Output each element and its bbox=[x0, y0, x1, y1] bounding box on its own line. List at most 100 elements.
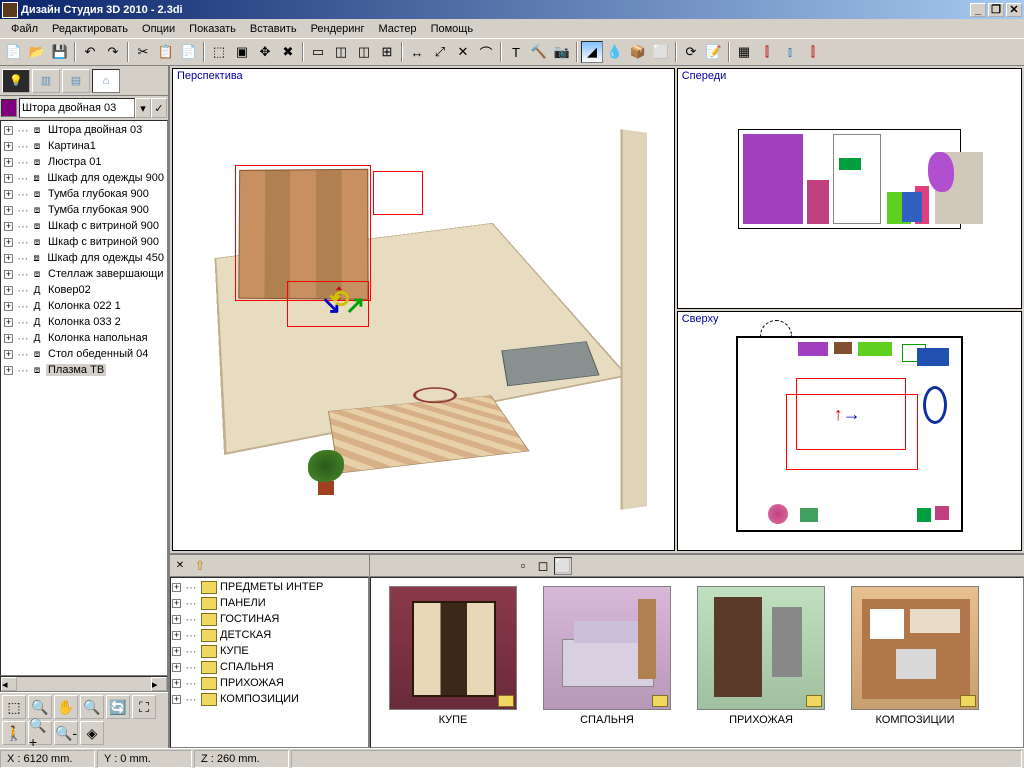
tool-redo[interactable]: ↷ bbox=[102, 41, 124, 63]
expand-icon[interactable]: + bbox=[172, 695, 181, 704]
expand-icon[interactable]: + bbox=[172, 583, 181, 592]
close-button[interactable]: ✕ bbox=[1006, 3, 1022, 17]
expand-icon[interactable]: + bbox=[4, 254, 13, 263]
tree-item[interactable]: +⋯⧈Люстра 01 bbox=[2, 154, 166, 170]
tool-open[interactable]: 📂 bbox=[26, 41, 48, 63]
tree-item[interactable]: +⋯⧈Шкаф с витриной 900 bbox=[2, 234, 166, 250]
tool-sheet[interactable]: ⬜ bbox=[650, 41, 672, 63]
gallery-close-button[interactable]: ✕ bbox=[172, 558, 188, 574]
tool-arc[interactable]: ⌒ bbox=[475, 41, 497, 63]
tool-camera[interactable]: 📷 bbox=[551, 41, 573, 63]
tool-grid[interactable]: ▦ bbox=[733, 41, 755, 63]
menu-master[interactable]: Мастер bbox=[372, 21, 424, 37]
expand-icon[interactable]: + bbox=[4, 158, 13, 167]
tool-doc[interactable]: 📝 bbox=[703, 41, 725, 63]
tool-delete[interactable]: ✖ bbox=[277, 41, 299, 63]
tool-view-four[interactable]: ⊞ bbox=[376, 41, 398, 63]
tool-walk[interactable]: 🚶 bbox=[2, 721, 26, 745]
menu-options[interactable]: Опции bbox=[135, 21, 182, 37]
tool-light[interactable]: 💧 bbox=[604, 41, 626, 63]
gallery-tree-item[interactable]: +⋯ГОСТИНАЯ bbox=[172, 611, 367, 627]
tool-snap-v[interactable]: ⫿ bbox=[756, 41, 778, 63]
tool-build[interactable]: 🔨 bbox=[528, 41, 550, 63]
gallery-thumb[interactable]: КУПЕ bbox=[389, 586, 517, 739]
expand-icon[interactable]: + bbox=[4, 126, 13, 135]
expand-icon[interactable]: + bbox=[172, 679, 181, 688]
tool-zoom-out[interactable]: 🔍- bbox=[54, 721, 78, 745]
expand-icon[interactable]: + bbox=[4, 318, 13, 327]
expand-icon[interactable]: + bbox=[172, 631, 181, 640]
tool-dimension[interactable]: ↔ bbox=[406, 41, 428, 63]
expand-icon[interactable]: + bbox=[4, 222, 13, 231]
object-selector-field[interactable]: Штора двойная 03 bbox=[19, 98, 135, 118]
thumb-size-m[interactable]: ◻ bbox=[534, 557, 552, 575]
menu-show[interactable]: Показать bbox=[182, 21, 243, 37]
expand-icon[interactable]: + bbox=[4, 350, 13, 359]
menu-file[interactable]: Файл bbox=[4, 21, 45, 37]
tool-zoom-region[interactable]: 🔍 bbox=[28, 695, 52, 719]
expand-icon[interactable]: + bbox=[172, 599, 181, 608]
tree-item[interactable]: +⋯⧈Шкаф для одежды 450 bbox=[2, 250, 166, 266]
scroll-right-button[interactable]: ▸ bbox=[151, 677, 167, 691]
expand-icon[interactable]: + bbox=[172, 647, 181, 656]
tool-view-two[interactable]: ◫ bbox=[330, 41, 352, 63]
tool-ruler[interactable]: ✕ bbox=[452, 41, 474, 63]
expand-icon[interactable]: + bbox=[4, 142, 13, 151]
panel-tab-wall1[interactable]: ▥ bbox=[32, 69, 60, 93]
tool-save[interactable]: 💾 bbox=[49, 41, 71, 63]
tree-item[interactable]: +⋯⧈Шкаф с витриной 900 bbox=[2, 218, 166, 234]
expand-icon[interactable]: + bbox=[4, 174, 13, 183]
dropdown-button[interactable]: ▾ bbox=[135, 98, 151, 118]
tool-measure[interactable]: ⤢ bbox=[429, 41, 451, 63]
tool-select-rect[interactable]: ⬚ bbox=[2, 695, 26, 719]
expand-icon[interactable]: + bbox=[4, 302, 13, 311]
tool-move[interactable]: ✥ bbox=[254, 41, 276, 63]
apply-button[interactable]: ✓ bbox=[151, 98, 167, 118]
maximize-button[interactable]: ❐ bbox=[988, 3, 1004, 17]
tool-orbit[interactable]: 🔄 bbox=[106, 695, 130, 719]
tree-item[interactable]: +⋯ДКовер02 bbox=[2, 282, 166, 298]
tool-copy[interactable]: 📋 bbox=[155, 41, 177, 63]
tree-scrollbar[interactable]: ◂ ▸ bbox=[0, 676, 168, 692]
tool-text[interactable]: T bbox=[505, 41, 527, 63]
gallery-tree-item[interactable]: +⋯ПРИХОЖАЯ bbox=[172, 675, 367, 691]
gallery-up-button[interactable]: ⇧ bbox=[190, 557, 210, 575]
tree-item[interactable]: +⋯⧈Стеллаж завершающи bbox=[2, 266, 166, 282]
tree-item[interactable]: +⋯⧈Картина1 bbox=[2, 138, 166, 154]
tool-zoom-in[interactable]: 🔍+ bbox=[28, 721, 52, 745]
viewport-top[interactable]: Сверху ↑→ bbox=[677, 311, 1022, 552]
tool-paste[interactable]: 📄 bbox=[178, 41, 200, 63]
expand-icon[interactable]: + bbox=[172, 615, 181, 624]
object-tree[interactable]: +⋯⧈Штора двойная 03+⋯⧈Картина1+⋯⧈Люстра … bbox=[0, 120, 168, 676]
thumb-size-s[interactable]: ▫ bbox=[514, 557, 532, 575]
scroll-left-button[interactable]: ◂ bbox=[1, 677, 17, 691]
expand-icon[interactable]: + bbox=[4, 206, 13, 215]
tool-view-single[interactable]: ▭ bbox=[307, 41, 329, 63]
gallery-tree-item[interactable]: +⋯ПРЕДМЕТЫ ИНТЕР bbox=[172, 579, 367, 595]
tree-item[interactable]: +⋯ДКолонка напольная bbox=[2, 330, 166, 346]
tree-item[interactable]: +⋯ДКолонка 022 1 bbox=[2, 298, 166, 314]
expand-icon[interactable]: + bbox=[4, 270, 13, 279]
gallery-tree-item[interactable]: +⋯СПАЛЬНЯ bbox=[172, 659, 367, 675]
viewport-perspective[interactable]: Перспектива ↑ ↗ ↘ ⟲ bbox=[172, 68, 675, 551]
viewport-front[interactable]: Спереди bbox=[677, 68, 1022, 309]
expand-icon[interactable]: + bbox=[4, 190, 13, 199]
menu-help[interactable]: Помощь bbox=[424, 21, 481, 37]
tool-box[interactable]: 📦 bbox=[627, 41, 649, 63]
tool-cut[interactable]: ✂ bbox=[132, 41, 154, 63]
expand-icon[interactable]: + bbox=[4, 366, 13, 375]
tree-item[interactable]: +⋯⧈Тумба глубокая 900 bbox=[2, 202, 166, 218]
panel-tab-wall2[interactable]: ▤ bbox=[62, 69, 90, 93]
tool-zoom[interactable]: 🔍 bbox=[80, 695, 104, 719]
gallery-tree-item[interactable]: +⋯КУПЕ bbox=[172, 643, 367, 659]
tree-item[interactable]: +⋯⧈Шкаф для одежды 900 bbox=[2, 170, 166, 186]
expand-icon[interactable]: + bbox=[172, 663, 181, 672]
panel-tab-light[interactable]: 💡 bbox=[2, 69, 30, 93]
tool-snap-h[interactable]: ⫾ bbox=[779, 41, 801, 63]
tool-view-three[interactable]: ◫ bbox=[353, 41, 375, 63]
tool-fit[interactable]: ⛶ bbox=[132, 695, 156, 719]
gallery-tree-item[interactable]: +⋯ПАНЕЛИ bbox=[172, 595, 367, 611]
tool-new[interactable]: 📄 bbox=[3, 41, 25, 63]
menu-insert[interactable]: Вставить bbox=[243, 21, 304, 37]
gallery-tree[interactable]: +⋯ПРЕДМЕТЫ ИНТЕР+⋯ПАНЕЛИ+⋯ГОСТИНАЯ+⋯ДЕТС… bbox=[170, 577, 369, 748]
